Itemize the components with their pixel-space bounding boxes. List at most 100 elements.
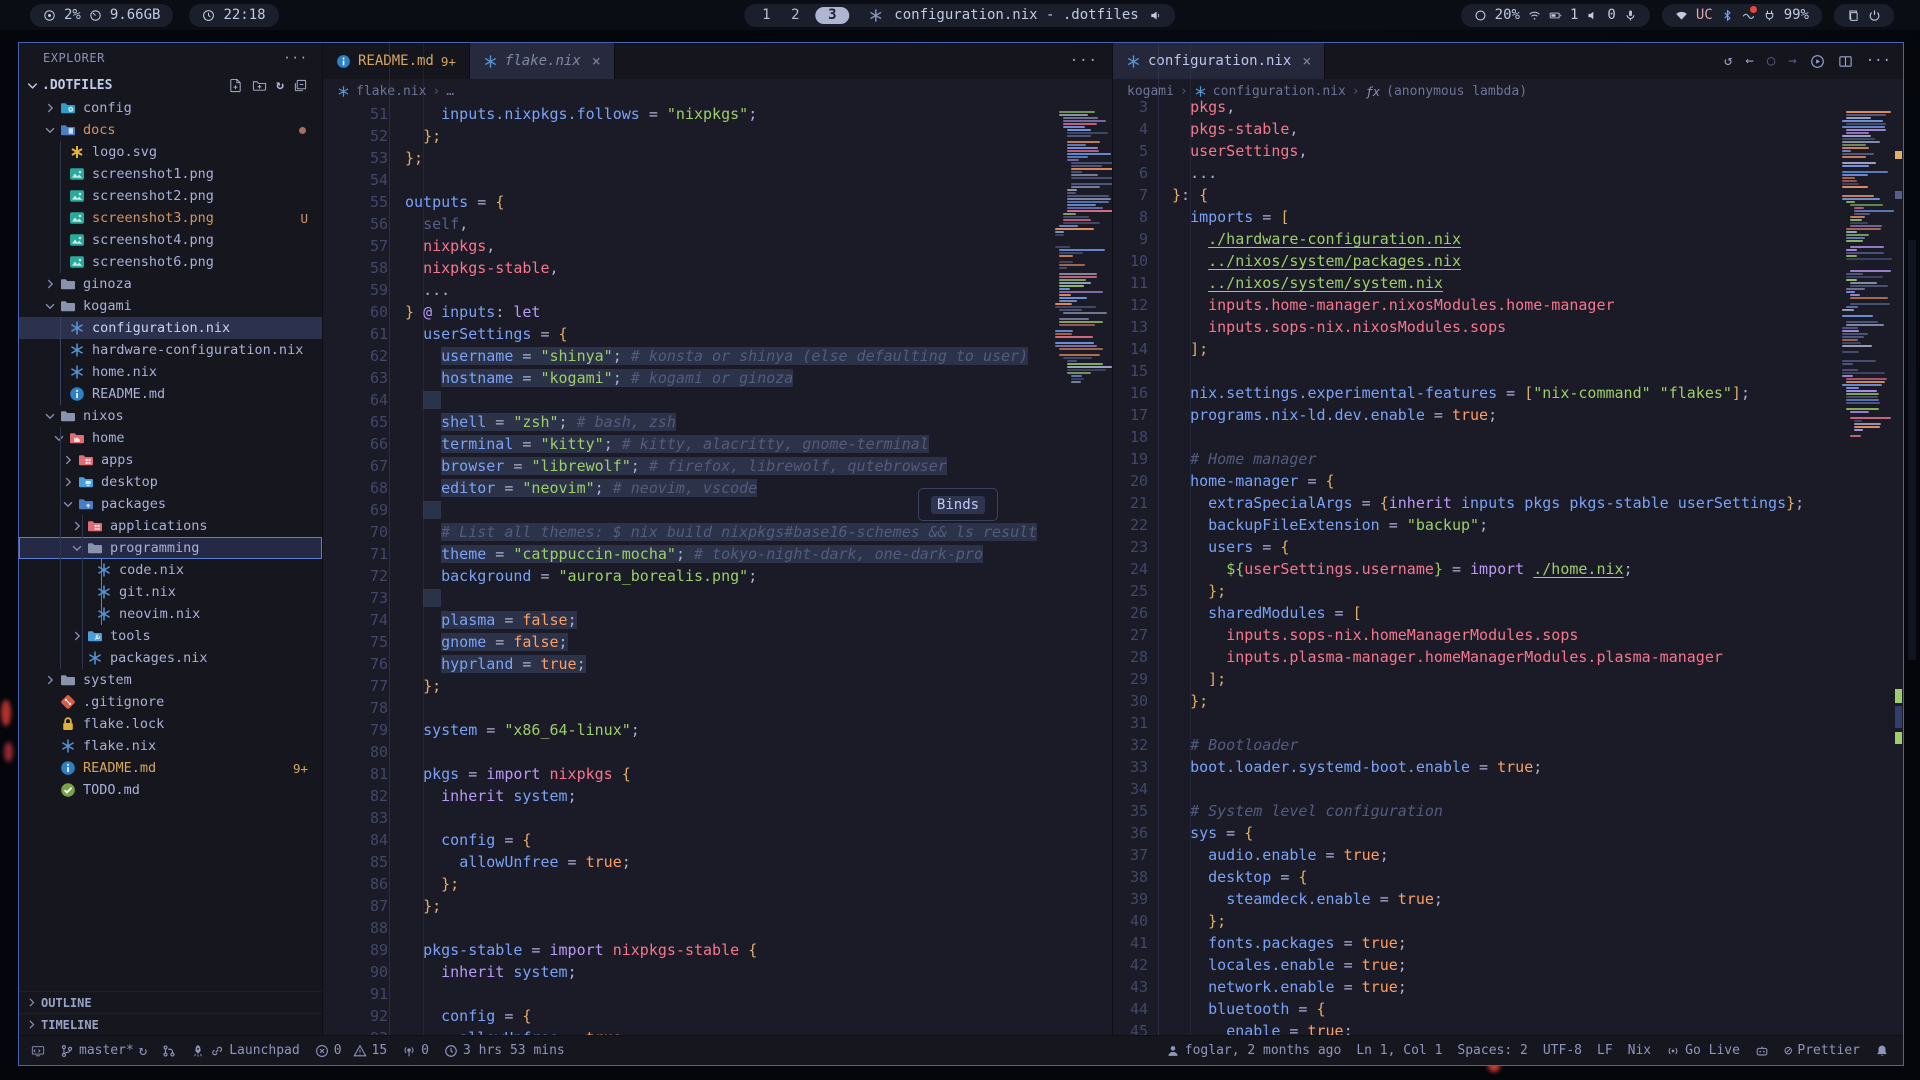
tree-item-configuration.nix-10[interactable]: configuration.nix [19, 317, 322, 339]
levels-widget[interactable]: 20% 1 0 [1461, 4, 1650, 27]
code-line-87[interactable]: 87 }; [323, 895, 1112, 917]
code-line-8[interactable]: 8 imports = [ [1113, 206, 1903, 228]
code-line-13[interactable]: 13 inputs.sops-nix.nixosModules.sops [1113, 316, 1903, 338]
tree-item-packages-18[interactable]: packages [19, 493, 322, 515]
tree-item-tools-24[interactable]: tools [19, 625, 322, 647]
code-line-34[interactable]: 34 [1113, 778, 1903, 800]
tree-item-system-26[interactable]: system [19, 669, 322, 691]
tab-configuration-nix-active[interactable]: configuration.nix × [1113, 43, 1325, 79]
code-line-39[interactable]: 39 steamdeck.enable = true; [1113, 888, 1903, 910]
code-line-61[interactable]: 61 userSettings = { [323, 323, 1112, 345]
code-line-81[interactable]: 81 pkgs = import nixpkgs { [323, 763, 1112, 785]
code-line-91[interactable]: 91 [323, 983, 1112, 1005]
code-line-57[interactable]: 57 nixpkgs, [323, 235, 1112, 257]
cpu-memory-widget[interactable]: 2% 9.66GB [30, 4, 173, 27]
code-line-10[interactable]: 10 ../nixos/system/packages.nix [1113, 250, 1903, 272]
git-branch-indicator[interactable]: master* ↻ [60, 1043, 147, 1059]
code-line-84[interactable]: 84 config = { [323, 829, 1112, 851]
go-live-button[interactable]: Go Live [1666, 1043, 1740, 1058]
code-line-92[interactable]: 92 config = { [323, 1005, 1112, 1027]
tree-item-readme.md-30[interactable]: README.md9+ [19, 757, 322, 779]
remote-indicator[interactable] [31, 1044, 45, 1058]
code-line-78[interactable]: 78 [323, 697, 1112, 719]
problems-indicator[interactable]: 0 15 [315, 1043, 387, 1058]
code-line-5[interactable]: 5 userSettings, [1113, 140, 1903, 162]
code-line-67[interactable]: 67 browser = "librewolf"; # firefox, lib… [323, 455, 1112, 477]
code-line-83[interactable]: 83 [323, 807, 1112, 829]
tree-item-ginoza-8[interactable]: ginoza [19, 273, 322, 295]
code-line-19[interactable]: 19 # Home manager [1113, 448, 1903, 470]
git-blame-indicator[interactable]: foglar, 2 months ago [1166, 1043, 1342, 1058]
clipboard-icon[interactable] [1847, 9, 1860, 22]
tree-item-docs-1[interactable]: docs [19, 119, 322, 141]
editor-more-actions[interactable]: ··· [1070, 53, 1112, 69]
minimap[interactable] [1839, 104, 1903, 1035]
tree-item-home.nix-12[interactable]: home.nix [19, 361, 322, 383]
code-line-73[interactable]: 73 [323, 587, 1112, 609]
power-icon[interactable] [1868, 9, 1881, 22]
tab-flake-nix-active[interactable]: flake.nix × [470, 43, 615, 79]
code-line-37[interactable]: 37 audio.enable = true; [1113, 844, 1903, 866]
code-line-54[interactable]: 54 [323, 169, 1112, 191]
sync-icon[interactable]: ↻ [139, 1043, 147, 1059]
code-line-22[interactable]: 22 backupFileExtension = "backup"; [1113, 514, 1903, 536]
code-line-28[interactable]: 28 inputs.plasma-manager.homeManagerModu… [1113, 646, 1903, 668]
breadcrumb[interactable]: flake.nix › … [323, 79, 1112, 104]
code-line-6[interactable]: 6 ... [1113, 162, 1903, 184]
copilot-indicator[interactable] [1755, 1044, 1769, 1058]
git-graph-button[interactable] [162, 1044, 176, 1058]
connectivity-widget[interactable]: UC 99% [1662, 4, 1822, 27]
code-line-43[interactable]: 43 network.enable = true; [1113, 976, 1903, 998]
breadcrumb-file[interactable]: flake.nix [356, 84, 426, 99]
run-icon[interactable] [1810, 54, 1825, 69]
workspace-2[interactable]: 2 [786, 7, 804, 23]
code-line-30[interactable]: 30 }; [1113, 690, 1903, 712]
code-line-58[interactable]: 58 nixpkgs-stable, [323, 257, 1112, 279]
tree-item-applications-19[interactable]: applications [19, 515, 322, 537]
code-line-60[interactable]: 60} @ inputs: let [323, 301, 1112, 323]
launchpad-button[interactable]: Launchpad [191, 1043, 299, 1058]
tree-item-screenshot6.png-7[interactable]: screenshot6.png [19, 251, 322, 273]
indentation-setting[interactable]: Spaces: 2 [1457, 1043, 1527, 1058]
code-line-80[interactable]: 80 [323, 741, 1112, 763]
tree-item-neovim.nix-23[interactable]: neovim.nix [19, 603, 322, 625]
outline-section[interactable]: OUTLINE [19, 991, 322, 1013]
code-line-44[interactable]: 44 bluetooth = { [1113, 998, 1903, 1020]
close-tab-icon[interactable]: × [592, 52, 601, 70]
code-line-77[interactable]: 77 }; [323, 675, 1112, 697]
cursor-position[interactable]: Ln 1, Col 1 [1356, 1043, 1442, 1058]
tree-item-.gitignore-27[interactable]: .gitignore [19, 691, 322, 713]
code-line-93[interactable]: 93 allowUnfree = true; [323, 1027, 1112, 1035]
code-line-72[interactable]: 72 background = "aurora_borealis.png"; [323, 565, 1112, 587]
code-line-53[interactable]: 53}; [323, 147, 1112, 169]
code-line-40[interactable]: 40 }; [1113, 910, 1903, 932]
tree-item-apps-16[interactable]: apps [19, 449, 322, 471]
code-line-4[interactable]: 4 pkgs-stable, [1113, 118, 1903, 140]
new-folder-button[interactable] [252, 78, 267, 93]
code-line-18[interactable]: 18 [1113, 426, 1903, 448]
code-line-55[interactable]: 55outputs = { [323, 191, 1112, 213]
new-file-button[interactable] [228, 78, 243, 93]
nav-back-icon[interactable]: ← [1745, 53, 1753, 69]
code-line-65[interactable]: 65 shell = "zsh"; # bash, zsh [323, 411, 1112, 433]
collapse-all-button[interactable] [293, 78, 308, 93]
clock-widget[interactable]: 22:18 [189, 4, 278, 27]
code-line-63[interactable]: 63 hostname = "kogami"; # kogami or gino… [323, 367, 1112, 389]
code-line-38[interactable]: 38 desktop = { [1113, 866, 1903, 888]
code-line-82[interactable]: 82 inherit system; [323, 785, 1112, 807]
code-line-26[interactable]: 26 sharedModules = [ [1113, 602, 1903, 624]
code-line-42[interactable]: 42 locales.enable = true; [1113, 954, 1903, 976]
local-history-icon[interactable]: ↺ [1724, 53, 1732, 69]
minimap[interactable] [1048, 104, 1112, 1035]
root-folder-row[interactable]: .DOTFILES ↻ [19, 73, 322, 97]
code-editor-flake-nix[interactable]: 51 inputs.nixpkgs.follows = "nixpkgs";52… [323, 103, 1112, 1035]
code-line-70[interactable]: 70 # List all themes: $ nix build nixpkg… [323, 521, 1112, 543]
workspace-1[interactable]: 1 [757, 7, 775, 23]
notifications-button[interactable] [1875, 1044, 1889, 1058]
code-line-33[interactable]: 33 boot.loader.systemd-boot.enable = tru… [1113, 756, 1903, 778]
explorer-more-actions[interactable]: ··· [283, 51, 308, 65]
code-line-71[interactable]: 71 theme = "catppuccin-mocha"; # tokyo-n… [323, 543, 1112, 565]
code-line-90[interactable]: 90 inherit system; [323, 961, 1112, 983]
wakatime-indicator[interactable]: 3 hrs 53 mins [444, 1043, 565, 1058]
tab-readme[interactable]: README.md 9+ [323, 43, 470, 79]
